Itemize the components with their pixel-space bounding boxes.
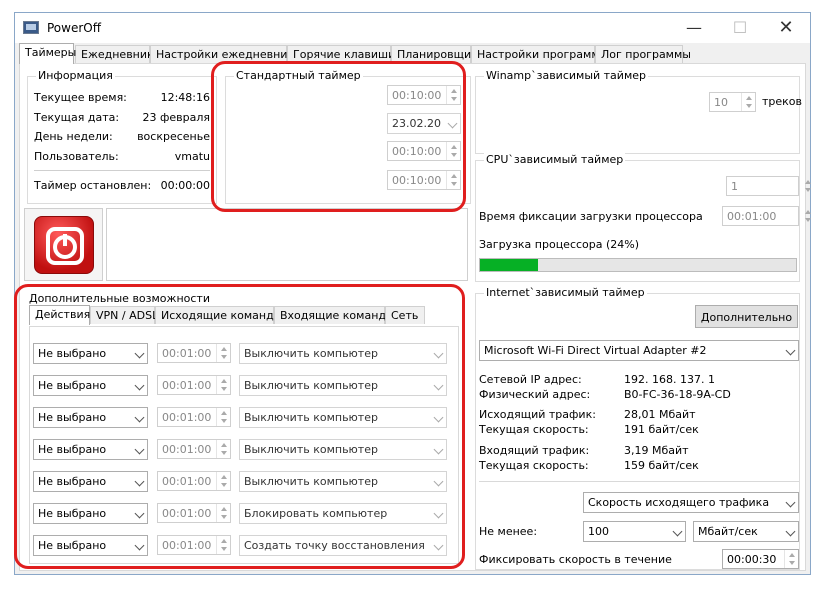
winamp-tracks-field[interactable]: 10: [709, 92, 756, 112]
window-title: PowerOff: [47, 21, 101, 35]
power-button[interactable]: [34, 216, 94, 274]
maximize-icon[interactable]: ☐: [717, 13, 763, 43]
chevron-down-icon[interactable]: [785, 497, 796, 508]
mac-label: Физический адрес:: [479, 388, 591, 401]
internet-timer-title: Internet`зависимый таймер: [484, 286, 647, 299]
in-traffic-label: Входящий трафик:: [479, 444, 590, 457]
chevron-down-icon[interactable]: [672, 526, 683, 537]
minimize-icon[interactable]: —: [671, 13, 717, 43]
winamp-timer-group: Winamp`зависимый таймер 10 треков: [475, 69, 803, 154]
speed-fix-label: Фиксировать скорость в течение: [479, 553, 672, 566]
power-icon: [46, 227, 84, 265]
subtab-actions[interactable]: Действия: [29, 305, 90, 325]
min-value-select[interactable]: 100: [583, 521, 686, 542]
tab-program-settings[interactable]: Настройки программы: [471, 45, 608, 63]
message-panel: [106, 208, 468, 281]
title-bar[interactable]: PowerOff — ☐ ✕: [15, 13, 810, 43]
cpu-timer-title: CPU`зависимый таймер: [484, 153, 626, 166]
spinner-icon[interactable]: [801, 207, 815, 225]
out-traffic-label: Исходящий трафик:: [479, 408, 596, 421]
info-group: Информация Текущее время: 12:48:16 Текущ…: [27, 69, 217, 204]
info-divider: [34, 170, 210, 171]
cpu-load-progress: [479, 258, 797, 272]
info-value: vmatu: [174, 150, 210, 163]
cpu-load-fill: [480, 259, 538, 271]
info-value: воскресенье: [137, 130, 210, 143]
ip-value: 192. 168. 137. 1: [624, 373, 715, 386]
info-label: День недели:: [34, 130, 113, 143]
out-speed-value: 191 байт/сек: [624, 423, 699, 436]
out-speed-label: Текущая скорость:: [479, 423, 589, 436]
chevron-down-icon[interactable]: [785, 345, 796, 356]
main-tabs: Таймеры Ежедневник Настройки ежедневника…: [19, 43, 809, 64]
highlight-standard-timer: [211, 61, 466, 212]
cpu-fix-time-field[interactable]: 00:01:00: [722, 206, 811, 226]
highlight-extra-options: [14, 284, 465, 569]
close-icon[interactable]: ✕: [763, 13, 809, 43]
power-button-frame: [24, 208, 103, 281]
adapter-select[interactable]: Microsoft Wi-Fi Direct Virtual Adapter #…: [479, 340, 799, 361]
in-speed-value: 159 байт/сек: [624, 459, 699, 472]
timer-status-value: 00:00:00: [160, 179, 210, 192]
spinner-icon[interactable]: [784, 550, 798, 568]
info-title: Информация: [36, 69, 115, 82]
cpu-fix-label: Время фиксации загрузки процессора: [479, 210, 703, 223]
field-value: 00:00:30: [727, 553, 777, 566]
field-value: 10: [714, 96, 728, 109]
more-button[interactable]: Дополнительно: [695, 305, 798, 328]
field-value: 1: [731, 180, 738, 193]
spinner-icon[interactable]: [741, 93, 755, 111]
field-value: 00:01:00: [727, 210, 777, 223]
internet-timer-group: Internet`зависимый таймер Дополнительно …: [475, 286, 800, 570]
cpu-load-label: Загрузка процессора (24%): [479, 238, 640, 251]
in-speed-label: Текущая скорость:: [479, 459, 589, 472]
winamp-tracks-label: треков: [762, 95, 803, 108]
select-value: 100: [588, 525, 609, 538]
speed-type-select[interactable]: Скорость исходящего трафика: [583, 492, 799, 513]
tab-diary[interactable]: Ежедневник: [75, 45, 154, 63]
info-value: 12:48:16: [160, 91, 210, 104]
cpu-value-field[interactable]: 1: [726, 176, 811, 196]
select-value: Скорость исходящего трафика: [588, 496, 770, 509]
info-value: 23 февраля: [142, 111, 210, 124]
min-label: Не менее:: [479, 525, 538, 538]
tab-timers[interactable]: Таймеры: [19, 43, 76, 64]
out-traffic-value: 28,01 Мбайт: [624, 408, 696, 421]
select-value: Мбайт/сек: [698, 525, 758, 538]
winamp-timer-title: Winamp`зависимый таймер: [484, 69, 648, 82]
select-value: Microsoft Wi-Fi Direct Virtual Adapter #…: [484, 344, 707, 357]
info-label: Текущая дата:: [34, 111, 120, 124]
speed-fix-time-field[interactable]: 00:00:30: [722, 549, 799, 569]
internet-divider: [479, 481, 799, 482]
app-icon: [23, 21, 39, 34]
chevron-down-icon[interactable]: [785, 526, 796, 537]
spinner-icon[interactable]: [801, 177, 815, 195]
unit-select[interactable]: Мбайт/сек: [693, 521, 799, 542]
tab-program-log[interactable]: Лог программы: [595, 45, 691, 63]
ip-label: Сетевой IP адрес:: [479, 373, 582, 386]
mac-value: B0-FC-36-18-9A-CD: [624, 388, 731, 401]
in-traffic-value: 3,19 Мбайт: [624, 444, 689, 457]
timer-status-label: Таймер остановлен:: [34, 179, 152, 192]
info-label: Пользователь:: [34, 150, 119, 163]
cpu-timer-group: CPU`зависимый таймер 1 Время фиксации за…: [475, 153, 811, 282]
info-label: Текущее время:: [34, 91, 127, 104]
